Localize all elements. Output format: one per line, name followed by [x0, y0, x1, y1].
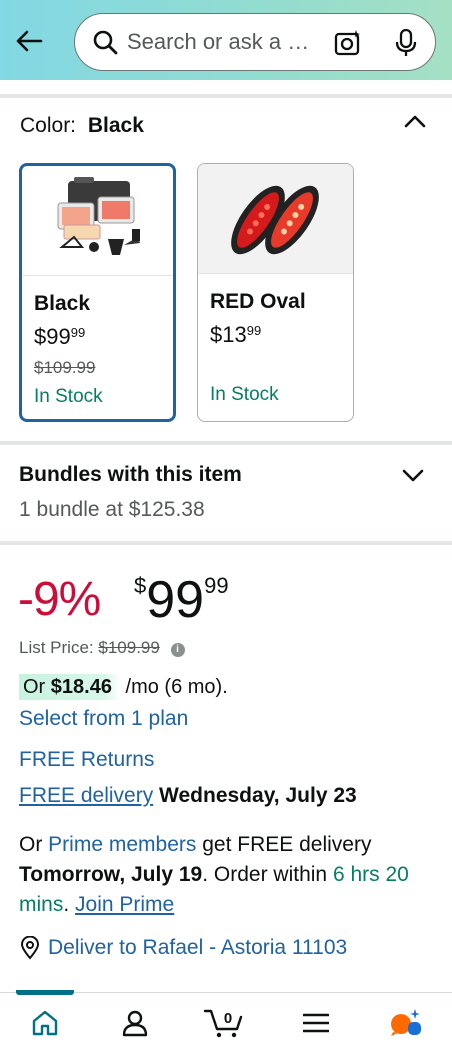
menu-icon[interactable] [296, 1005, 336, 1041]
join-prime-link[interactable]: Join Prime [75, 893, 174, 916]
option-price: $9999 [34, 324, 86, 349]
divider [0, 94, 452, 98]
microphone-icon[interactable] [391, 28, 421, 58]
bundles-subtitle: 1 bundle at $125.38 [19, 498, 205, 521]
search-input[interactable]: Search or ask a question [127, 29, 317, 55]
option-stock-status: In Stock [210, 384, 279, 405]
color-label-row: Color: Black [20, 114, 144, 138]
product-thumbnail [198, 164, 353, 274]
monthly-payment: Or $18.46 /mo (6 mo). [19, 674, 228, 700]
prime-members-link[interactable]: Prime members [48, 833, 196, 856]
option-name: RED Oval [210, 290, 306, 313]
selected-color: Black [87, 114, 144, 137]
delivery-line: FREE delivery Wednesday, July 23 [19, 784, 357, 808]
option-stock-status: In Stock [34, 386, 103, 407]
select-plan-link[interactable]: Select from 1 plan [19, 707, 188, 731]
option-list-price: $109.99 [34, 358, 96, 377]
chevron-down-icon[interactable] [398, 461, 428, 491]
list-price-row: List Price: $109.99 i [19, 638, 185, 658]
color-option-black[interactable]: Black $9999 $109.99 In Stock [19, 163, 176, 422]
search-bar[interactable]: Search or ask a question [74, 13, 436, 71]
free-returns-link[interactable]: FREE Returns [19, 748, 154, 772]
camera-lens-icon[interactable] [333, 28, 363, 58]
deliver-to-link[interactable]: Deliver to Rafael - Astoria 11103 [19, 936, 347, 960]
current-price: $9999 [134, 571, 229, 629]
delivery-date: Wednesday, July 23 [159, 784, 357, 807]
rufus-assistant-icon[interactable] [386, 1005, 426, 1041]
search-icon [91, 28, 119, 56]
free-delivery-link[interactable]: FREE delivery [19, 784, 153, 807]
info-icon[interactable]: i [170, 643, 185, 657]
discount-percent: -9% [18, 573, 101, 626]
option-name: Black [34, 292, 91, 315]
bundles-title[interactable]: Bundles with this item [19, 463, 242, 487]
location-pin-icon [19, 936, 41, 960]
divider [0, 541, 452, 545]
cart-count: 0 [224, 1010, 232, 1027]
home-icon[interactable] [25, 1005, 65, 1041]
cart-icon[interactable]: 0 [202, 1005, 246, 1041]
product-thumbnail [22, 166, 173, 276]
top-header: Search or ask a question [0, 0, 452, 80]
color-label: Color: [20, 114, 77, 137]
divider [0, 441, 452, 445]
bottom-navigation: 0 [0, 990, 452, 1052]
color-option-red-oval[interactable]: RED Oval $1399 In Stock [197, 163, 354, 422]
active-tab-indicator [16, 990, 74, 995]
prime-delivery-info: Or Prime members get FREE delivery Tomor… [19, 833, 409, 916]
back-arrow-icon[interactable] [10, 24, 48, 58]
option-price: $1399 [210, 322, 262, 347]
list-price-value: $109.99 [98, 638, 160, 657]
chevron-up-icon[interactable] [400, 106, 430, 136]
account-icon[interactable] [115, 1005, 155, 1041]
